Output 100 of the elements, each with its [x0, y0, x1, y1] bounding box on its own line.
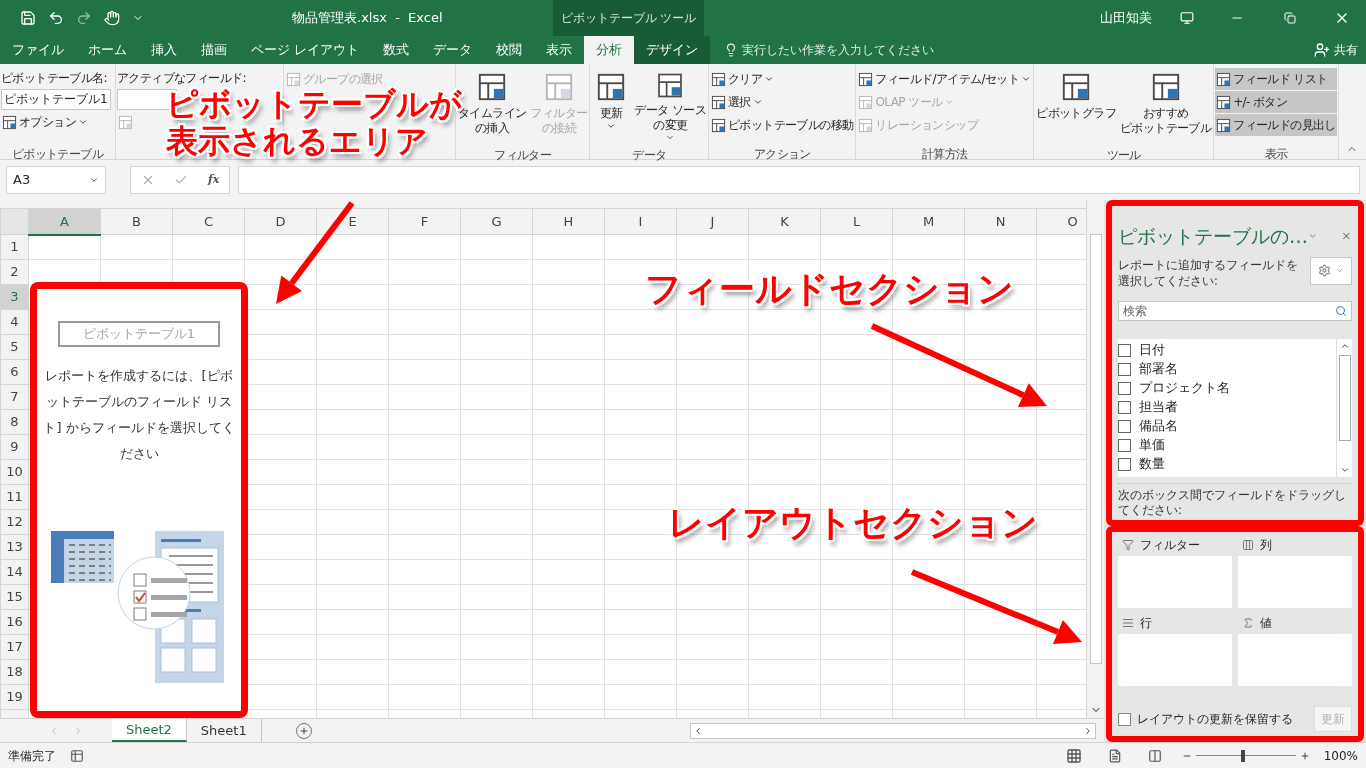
field-item[interactable]: 備品名 [1118, 416, 1336, 436]
tell-me-field[interactable]: 実行したい作業を入力してください [724, 36, 935, 64]
row-header[interactable]: 17 [0, 634, 29, 660]
column-header[interactable]: C [172, 208, 245, 235]
column-header[interactable]: G [460, 208, 533, 235]
ribbon-button[interactable]: データ ソース の変更 [633, 68, 708, 142]
row-header[interactable]: 14 [0, 559, 29, 585]
checkbox[interactable] [1118, 400, 1131, 414]
field-item[interactable]: プロジェクト名 [1118, 378, 1336, 398]
enter-icon[interactable] [174, 173, 189, 187]
row-header[interactable]: 19 [0, 684, 29, 710]
checkbox[interactable] [1118, 362, 1131, 376]
row-header[interactable]: 6 [0, 359, 29, 385]
scroll-right-icon[interactable] [1083, 725, 1093, 736]
column-header[interactable]: N [964, 208, 1037, 235]
row-header[interactable]: 9 [0, 434, 29, 460]
column-header[interactable]: I [604, 208, 677, 235]
field-item[interactable]: 担当者 [1118, 397, 1336, 417]
name-box[interactable]: A3 [6, 166, 106, 194]
ribbon-tab[interactable]: デザイン [634, 36, 711, 64]
column-header[interactable]: J [676, 208, 749, 235]
name-field[interactable]: ピボットテーブル1 [1, 89, 111, 110]
scroll-thumb[interactable] [1338, 354, 1351, 441]
row-header[interactable]: 10 [0, 459, 29, 485]
normal-view-icon[interactable] [1065, 747, 1082, 764]
ribbon-button[interactable]: ピボットテーブルの移動 [710, 114, 855, 136]
zoom-in-icon[interactable] [1299, 750, 1310, 761]
checkbox[interactable] [1118, 419, 1131, 433]
field-item[interactable]: 単価 [1118, 435, 1336, 455]
field-item[interactable]: 部署名 [1118, 359, 1336, 379]
defer-update-option[interactable]: レイアウトの更新を保留する [1118, 710, 1293, 728]
row-header[interactable]: 7 [0, 384, 29, 410]
ribbon-button[interactable]: 選択 [710, 91, 855, 113]
row-header[interactable]: 12 [0, 509, 29, 535]
checkbox[interactable] [1118, 438, 1131, 452]
ribbon-button[interactable]: フィールド リスト [1215, 68, 1337, 90]
group-label: フィルター [494, 148, 552, 162]
ribbon-button[interactable]: フィールドの見出し [1215, 114, 1337, 136]
column-header[interactable]: L [820, 208, 893, 235]
column-header[interactable]: O [1036, 208, 1086, 235]
settings-button[interactable] [1310, 256, 1352, 285]
checkbox[interactable] [1118, 381, 1131, 395]
ribbon-button[interactable]: ピボットグラフ [1035, 68, 1117, 142]
column-header[interactable]: D [244, 208, 317, 235]
caret-icon [764, 74, 775, 84]
row-header[interactable]: 1 [0, 234, 29, 260]
ribbon-tab[interactable]: データ [421, 36, 485, 64]
formula-field[interactable] [238, 166, 1360, 194]
ribbon-tab[interactable]: ページ レイアウト [239, 36, 372, 64]
share-button[interactable]: 共有 [1314, 36, 1358, 64]
row-header[interactable]: 11 [0, 484, 29, 510]
pane-title: ピボットテーブルの… [1118, 224, 1308, 249]
ribbon-button[interactable]: クリア [710, 68, 855, 90]
search-field[interactable]: 検索 [1118, 300, 1352, 321]
ribbon-tab[interactable]: 描画 [189, 36, 239, 64]
save-icon[interactable] [20, 10, 36, 26]
field-item[interactable]: 数量 [1118, 454, 1336, 474]
row-header[interactable]: 18 [0, 659, 29, 685]
ribbon-button[interactable]: 更新 [591, 68, 632, 142]
row-header[interactable]: 5 [0, 334, 29, 360]
ribbon-tab[interactable]: ホーム [76, 36, 139, 64]
checkbox[interactable] [1118, 457, 1131, 471]
column-header[interactable]: B [100, 208, 173, 235]
row-header[interactable]: 16 [0, 609, 29, 635]
ribbon-button[interactable]: +/- ボタン [1215, 91, 1337, 113]
row-header[interactable]: 13 [0, 534, 29, 560]
zoom-level[interactable]: 100% [1323, 746, 1358, 765]
column-header[interactable]: K [748, 208, 821, 235]
insert-function-button[interactable]: fx [207, 171, 220, 189]
column-header[interactable]: M [892, 208, 965, 235]
row-header[interactable]: 4 [0, 309, 29, 335]
ribbon-tab[interactable]: 校閲 [484, 36, 535, 64]
column-header[interactable]: H [532, 208, 605, 235]
checkbox[interactable] [1118, 712, 1131, 726]
ribbon-tab[interactable]: ファイル [0, 36, 76, 64]
column-header[interactable]: F [388, 208, 461, 235]
horizontal-scrollbar[interactable] [690, 722, 1096, 739]
ribbon-tab[interactable]: 分析 [584, 36, 635, 64]
ribbon-tab[interactable]: 表示 [534, 36, 585, 64]
undo-icon[interactable] [48, 10, 64, 26]
row-header[interactable]: 15 [0, 584, 29, 610]
page-layout-icon[interactable] [1107, 748, 1122, 763]
checkbox[interactable] [1118, 343, 1131, 357]
window-title: 物品管理表.xlsx - Excel [292, 9, 443, 28]
row-header[interactable]: 8 [0, 409, 29, 435]
ribbon-button[interactable]: おすすめ ピボットテーブル [1118, 68, 1213, 142]
ribbon-tab[interactable]: 挿入 [139, 36, 189, 64]
scroll-thumb[interactable] [1089, 234, 1102, 664]
table-icon [711, 94, 727, 110]
ribbon-button[interactable]: オプション [1, 111, 111, 133]
row-header[interactable]: 2 [0, 259, 29, 285]
restore-icon[interactable] [1284, 12, 1296, 24]
row-header[interactable]: 3 [0, 284, 29, 310]
column-header[interactable]: A [28, 208, 101, 235]
zoom-slider-thumb[interactable] [1240, 749, 1245, 762]
scroll-left-icon[interactable] [693, 725, 703, 736]
ribbon-button[interactable]: フィールド/アイテム/セット [857, 68, 1033, 90]
sheet-tab[interactable]: Sheet2 [112, 719, 187, 742]
field-item[interactable]: 日付 [1118, 340, 1336, 360]
ribbon-tab[interactable]: 数式 [371, 36, 422, 64]
